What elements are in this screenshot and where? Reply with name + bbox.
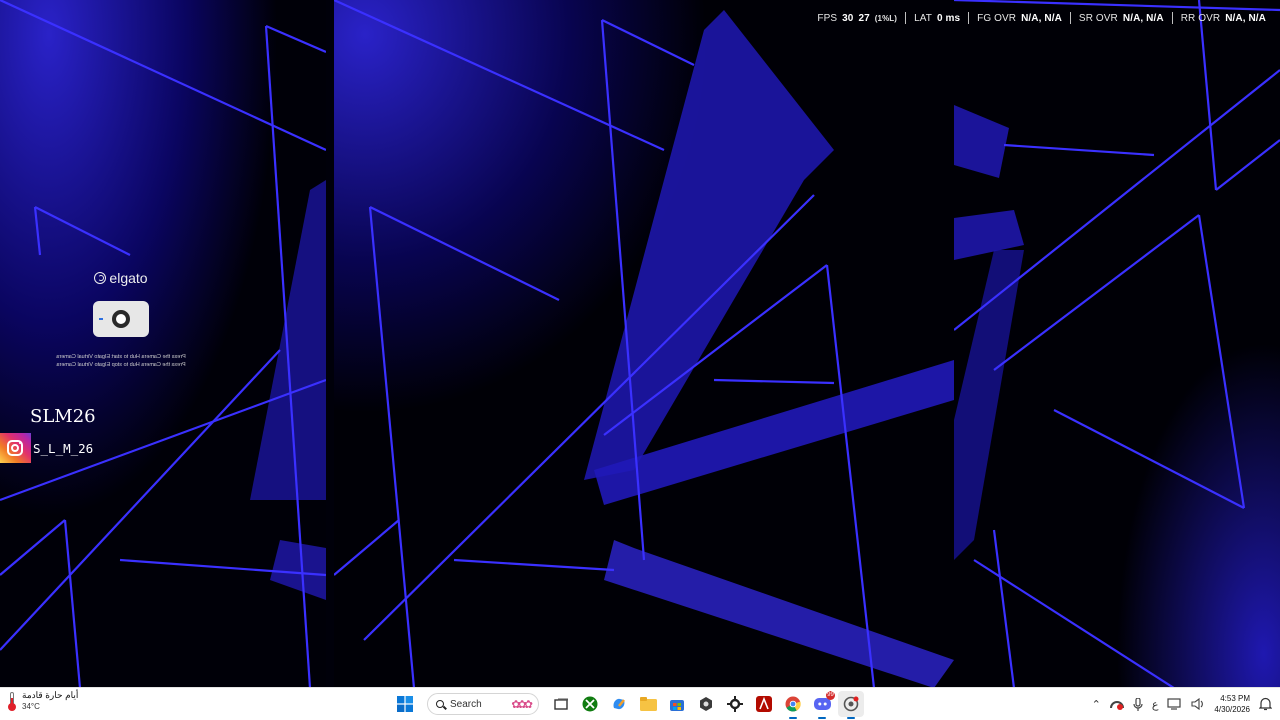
instagram-icon [0,433,31,463]
system-tray: ⌃ ع 4:53 PM 4/30/2026 [1092,688,1272,720]
lat-value: 0 ms [936,12,961,24]
elgato-message-line-1: Press the Camera Hub to start Elgato Vir… [56,354,186,360]
channel-name: SLM26 [30,406,96,427]
sr-label: SR OVR [1078,12,1118,24]
active-indicator [847,717,855,719]
rr-group: RR OVR N/A, N/A [1173,13,1274,24]
tray-app-icon[interactable] [1109,698,1124,710]
language-indicator[interactable]: ع [1152,698,1159,711]
rr-label: RR OVR [1180,12,1221,24]
network-icon[interactable] [1167,698,1182,710]
clock[interactable]: 4:53 PM 4/30/2026 [1214,693,1250,715]
wallpaper-panel-3 [954,0,1280,688]
elgato-message: Press the Camera Hub to start Elgato Vir… [50,353,192,369]
instagram-handle: S_L_M_26 [33,441,94,456]
performance-overlay: FPS 30 27 (1%L) LAT 0 ms FG OVR N/A, N/A… [809,12,1274,24]
xbox-icon [582,696,598,712]
chrome-icon [785,696,801,712]
store-app[interactable] [664,691,690,717]
sr-value: N/A, N/A [1122,12,1164,24]
weather-text: أيام حارة قادمة [22,690,79,700]
file-explorer-app[interactable] [635,691,661,717]
search-label: Search [450,698,482,710]
search-box[interactable]: Search ✿✿✿ [427,693,539,715]
file-explorer-icon [639,697,657,711]
camera-hub-button[interactable] [93,301,149,337]
weather-widget[interactable]: أيام حارة قادمة 34°C [8,690,78,711]
notification-badge: 99 [826,691,835,700]
copilot-app[interactable] [606,691,632,717]
fps-label: FPS [817,12,838,24]
clock-date: 4/30/2026 [1214,705,1250,714]
microphone-icon[interactable] [1133,697,1143,711]
acrobat-app[interactable] [751,691,777,717]
acrobat-icon [756,696,772,712]
latency-group: LAT 0 ms [906,13,968,24]
obs-icon [700,697,712,711]
taskbar: أيام حارة قادمة 34°C Search ✿✿✿ 99 ⌃ ع 4… [0,687,1280,720]
active-indicator [818,717,826,719]
taskbar-apps: Search ✿✿✿ 99 [392,688,864,720]
lat-label: LAT [914,12,932,24]
steelseries-app[interactable] [722,691,748,717]
elgato-logo-icon [94,272,107,284]
elgato-brand: elgato [109,270,148,286]
elgato-logo: elgato [50,270,192,286]
thermometer-icon [8,691,16,711]
store-icon [670,700,684,711]
clock-time: 4:53 PM [1220,694,1250,703]
fg-value: N/A, N/A [1021,12,1062,24]
obs-app[interactable] [693,691,719,717]
fps-low-value: 27 [858,12,870,24]
discord-app[interactable]: 99 [809,691,835,719]
task-view-button[interactable] [548,691,574,717]
volume-icon[interactable] [1191,698,1205,710]
camera-icon [112,310,130,328]
capture-app-icon [843,696,859,712]
chevron-up-icon[interactable]: ⌃ [1092,698,1101,711]
weather-temp: 34°C [22,702,40,711]
sr-group: SR OVR N/A, N/A [1071,13,1172,24]
rr-value: N/A, N/A [1225,12,1266,24]
chrome-app[interactable] [780,691,806,719]
wallpaper-panel-2 [334,0,954,688]
tulips-icon: ✿✿✿ [511,698,533,711]
fps-low-label: (1%L) [874,13,898,23]
fg-label: FG OVR [977,12,1017,24]
copilot-icon [613,698,625,710]
fps-group: FPS 30 27 (1%L) [809,13,905,24]
task-view-icon [553,698,568,710]
fg-group: FG OVR N/A, N/A [969,13,1070,24]
elgato-message-line-2: Press the Camera Hub to stop Elgato Virt… [56,362,186,368]
fps-value: 30 [842,12,854,24]
xbox-app[interactable] [577,691,603,717]
search-icon [436,700,444,708]
status-dot [99,318,103,320]
elgato-camera-widget: elgato Press the Camera Hub to start Elg… [50,270,192,369]
windows-start-icon [397,696,413,712]
steelseries-icon [727,696,743,712]
active-indicator [789,717,797,719]
notification-bell-icon[interactable] [1259,697,1272,711]
desktop-wallpaper [0,0,1280,688]
capture-app[interactable] [838,691,864,719]
start-button[interactable] [392,691,418,717]
